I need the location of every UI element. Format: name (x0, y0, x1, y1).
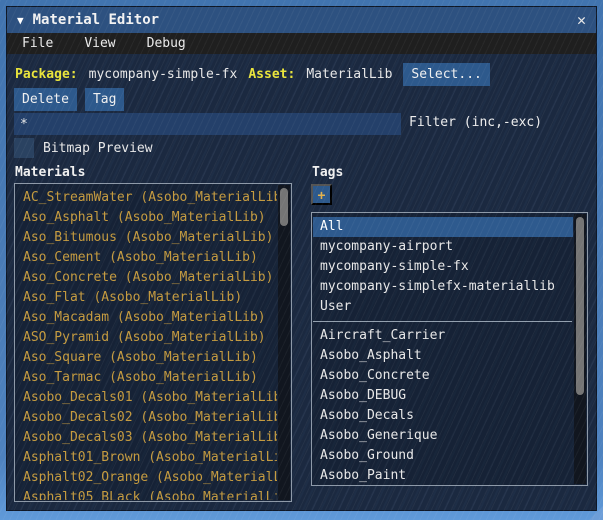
material-editor-window-frame: ▼ Material Editor ✕ File View Debug Pack… (0, 0, 603, 520)
tag-item-selected[interactable]: All (313, 217, 573, 237)
title-bar[interactable]: ▼ Material Editor ✕ (7, 7, 596, 33)
filter-input[interactable]: * (14, 113, 401, 135)
tag-button[interactable]: Tag (84, 88, 125, 111)
tag-item[interactable]: Aircraft_Carrier (313, 326, 573, 346)
tags-scrollbar-thumb[interactable] (576, 217, 584, 395)
material-item[interactable]: Asphalt02_Orange (Asobo_MaterialLib) (16, 468, 277, 488)
material-editor-window: ▼ Material Editor ✕ File View Debug Pack… (6, 6, 597, 511)
material-item[interactable]: ASO_Pyramid (Asobo_MaterialLib) (16, 328, 277, 348)
delete-button[interactable]: Delete (14, 88, 77, 111)
tag-item[interactable]: Asobo_Asphalt (313, 346, 573, 366)
menu-file[interactable]: File (7, 36, 69, 51)
materials-scrollbar[interactable] (278, 185, 290, 500)
materials-list: AC_StreamWater (Asobo_MaterialLib) Aso_As… (16, 185, 277, 500)
collapse-triangle-icon[interactable]: ▼ (17, 14, 24, 27)
tag-item[interactable]: Asobo_DEBUG (313, 386, 573, 406)
package-asset-row: Package: mycompany-simple-fx Asset: Mate… (15, 62, 490, 86)
materials-scrollbar-thumb[interactable] (280, 188, 288, 226)
menu-view[interactable]: View (69, 36, 131, 51)
material-item[interactable]: Aso_Tarmac (Asobo_MaterialLib) (16, 368, 277, 388)
material-item[interactable]: Asphalt05_BLack (Asobo_MaterialLib) (16, 488, 277, 500)
bitmap-preview-row: Bitmap Preview (14, 138, 153, 158)
material-item[interactable]: Aso_Macadam (Asobo_MaterialLib) (16, 308, 277, 328)
bitmap-preview-checkbox[interactable] (14, 138, 34, 158)
asset-value: MaterialLib (306, 66, 393, 82)
material-item[interactable]: Asobo_Decals02 (Asobo_MaterialLib) (16, 408, 277, 428)
tags-list: All mycompany-airport mycompany-simple-fx m… (313, 214, 573, 484)
material-item[interactable]: AC_StreamWater (Asobo_MaterialLib) (16, 188, 277, 208)
material-item[interactable]: Aso_Flat (Asobo_MaterialLib) (16, 288, 277, 308)
menu-bar: File View Debug (7, 33, 596, 54)
tag-item[interactable]: Asobo_Generique (313, 426, 573, 446)
package-value: mycompany-simple-fx (88, 66, 238, 82)
tag-item[interactable]: Asobo_Ground (313, 446, 573, 466)
tag-item[interactable]: Asobo_Paint (313, 466, 573, 484)
action-buttons-row: Delete Tag (14, 88, 125, 111)
window-title: Material Editor (32, 12, 160, 28)
tag-item[interactable]: Asobo_Concrete (313, 366, 573, 386)
material-item[interactable]: Aso_Concrete (Asobo_MaterialLib) (16, 268, 277, 288)
material-item[interactable]: Aso_Cement (Asobo_MaterialLib) (16, 248, 277, 268)
material-item[interactable]: Asphalt01_Brown (Asobo_MaterialLib) (16, 448, 277, 468)
material-item[interactable]: Asobo_Decals01 (Asobo_MaterialLib) (16, 388, 277, 408)
tag-item[interactable]: User (313, 297, 573, 317)
materials-listbox: AC_StreamWater (Asobo_MaterialLib) Aso_As… (14, 183, 292, 502)
tags-label: Tags (312, 165, 344, 180)
package-label: Package: (15, 66, 78, 82)
menu-debug[interactable]: Debug (132, 36, 202, 51)
tag-item[interactable]: mycompany-simplefx-materiallib (313, 277, 573, 297)
add-tag-button[interactable]: + (311, 184, 332, 205)
tag-item[interactable]: mycompany-airport (313, 237, 573, 257)
material-item[interactable]: Aso_Square (Asobo_MaterialLib) (16, 348, 277, 368)
bitmap-preview-label: Bitmap Preview (43, 140, 153, 156)
close-icon[interactable]: ✕ (577, 11, 586, 29)
material-item[interactable]: Aso_Bitumous (Asobo_MaterialLib) (16, 228, 277, 248)
select-button[interactable]: Select... (403, 62, 490, 86)
tags-scrollbar[interactable] (574, 214, 586, 484)
materials-label: Materials (15, 165, 86, 180)
asset-label: Asset: (248, 66, 296, 82)
tag-list-divider (313, 321, 572, 322)
tag-item[interactable]: mycompany-simple-fx (313, 257, 573, 277)
tag-item[interactable]: Asobo_Decals (313, 406, 573, 426)
resize-grip[interactable] (589, 506, 603, 520)
tags-listbox: All mycompany-airport mycompany-simple-fx m… (311, 212, 588, 486)
filter-label: Filter (inc,-exc) (409, 115, 543, 130)
material-item[interactable]: Asobo_Decals03 (Asobo_MaterialLib) (16, 428, 277, 448)
material-item[interactable]: Aso_Asphalt (Asobo_MaterialLib) (16, 208, 277, 228)
